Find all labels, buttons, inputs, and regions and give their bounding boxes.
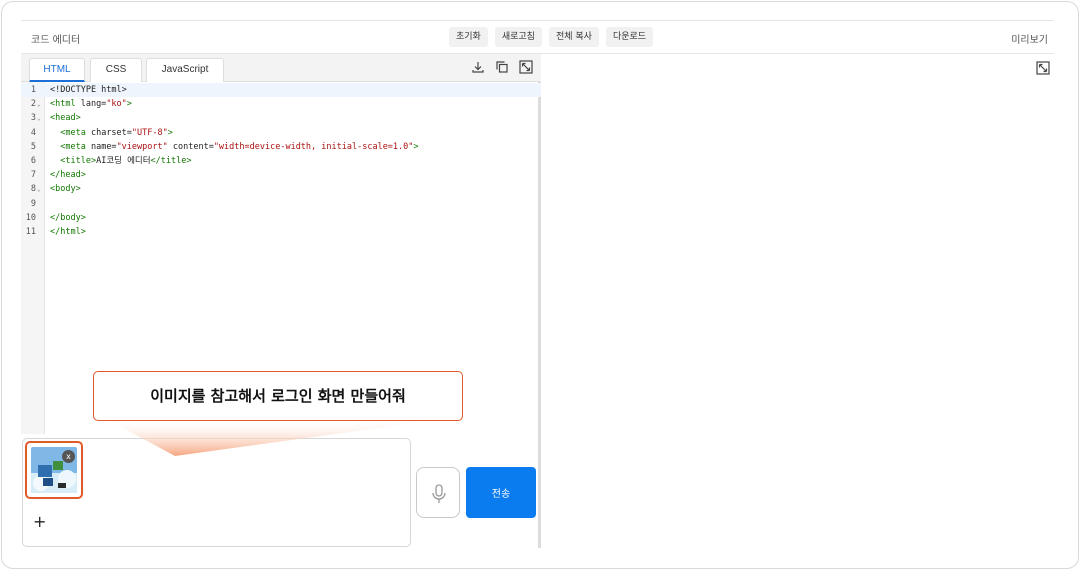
- fold-chevron-icon[interactable]: ⌄: [37, 112, 41, 126]
- line-number: 9: [30, 198, 36, 209]
- code-line[interactable]: 5 <meta name="viewport" content="width=d…: [21, 140, 541, 154]
- attached-image-thumbnail[interactable]: x: [25, 441, 83, 499]
- fold-chevron-icon[interactable]: ⌄: [37, 183, 41, 197]
- editor-title: 코드 에디터: [31, 35, 81, 46]
- toolbar-buttons: 초기화 새로고침 전체 복사 다운로드: [449, 27, 654, 47]
- code-text: </head>: [50, 170, 86, 181]
- prompt-speech-bubble: 이미지를 참고해서 로그인 화면 만들어줘: [93, 371, 463, 421]
- fold-chevron-icon[interactable]: ⌄: [37, 98, 41, 112]
- code-text: <meta charset="UTF-8">: [60, 127, 173, 138]
- download-icon[interactable]: [471, 60, 485, 74]
- line-number: 11: [25, 226, 36, 237]
- expand-icon[interactable]: [519, 60, 533, 74]
- code-line[interactable]: 6 <title>AI코딩 에디터</title>: [21, 154, 541, 168]
- code-text: </html>: [50, 226, 86, 237]
- line-number: 2: [30, 99, 36, 110]
- line-number: 5: [30, 141, 36, 152]
- top-toolbar: 코드 에디터 초기화 새로고침 전체 복사 다운로드 미리보기: [21, 20, 1054, 54]
- code-line[interactable]: 4 <meta charset="UTF-8">: [21, 126, 541, 140]
- remove-attachment-button[interactable]: x: [62, 450, 75, 463]
- prompt-input-box[interactable]: x +: [22, 438, 411, 547]
- line-number: 4: [30, 127, 36, 138]
- code-line[interactable]: 2 ⌄ <html lang="ko">: [21, 97, 541, 111]
- microphone-button[interactable]: [416, 467, 460, 518]
- code-text: <html lang="ko">: [50, 99, 132, 110]
- line-number: 6: [30, 155, 36, 166]
- code-line[interactable]: 10 </body>: [21, 211, 541, 225]
- send-button[interactable]: 전송: [466, 467, 536, 518]
- code-content[interactable]: 1 <!DOCTYPE html> 2 ⌄ <html lang="ko"> 3 ⌄ <hea…: [21, 83, 541, 239]
- code-text: </body>: [50, 212, 86, 223]
- preview-expand-icon[interactable]: [1036, 60, 1050, 79]
- code-line[interactable]: 7 </head>: [21, 168, 541, 182]
- code-text: <meta name="viewport" content="width=dev…: [60, 141, 419, 152]
- add-attachment-button[interactable]: +: [33, 512, 46, 531]
- preview-pane: [544, 54, 1054, 548]
- preview-title: 미리보기: [1011, 35, 1048, 46]
- microphone-icon: [432, 484, 446, 503]
- code-line[interactable]: 3 ⌄ <head>: [21, 111, 541, 125]
- editor-tools: [471, 60, 533, 74]
- code-text: <title>AI코딩 에디터</title>: [60, 155, 192, 166]
- code-text: <!DOCTYPE html>: [50, 85, 127, 95]
- line-number: 7: [30, 170, 36, 181]
- code-line[interactable]: 8 ⌄ <body>: [21, 182, 541, 196]
- editor-tabs: HTML CSS JavaScript: [21, 54, 541, 82]
- code-line[interactable]: 9: [21, 197, 541, 211]
- reset-button[interactable]: 초기화: [449, 27, 488, 47]
- line-number: 3: [30, 113, 36, 124]
- line-number: 1: [30, 85, 36, 95]
- copy-all-button[interactable]: 전체 복사: [548, 27, 599, 47]
- code-text: <body>: [50, 184, 81, 195]
- download-button[interactable]: 다운로드: [605, 27, 654, 47]
- tab-css[interactable]: CSS: [90, 58, 142, 82]
- tab-html[interactable]: HTML: [29, 58, 85, 82]
- refresh-button[interactable]: 새로고침: [494, 27, 542, 47]
- code-text: <head>: [50, 113, 81, 124]
- line-number: 8: [30, 184, 36, 195]
- code-line[interactable]: 1 <!DOCTYPE html>: [21, 83, 541, 98]
- line-number: 10: [25, 212, 36, 223]
- copy-icon[interactable]: [495, 60, 509, 74]
- tab-javascript[interactable]: JavaScript: [146, 58, 224, 82]
- code-line[interactable]: 11 </html>: [21, 225, 541, 239]
